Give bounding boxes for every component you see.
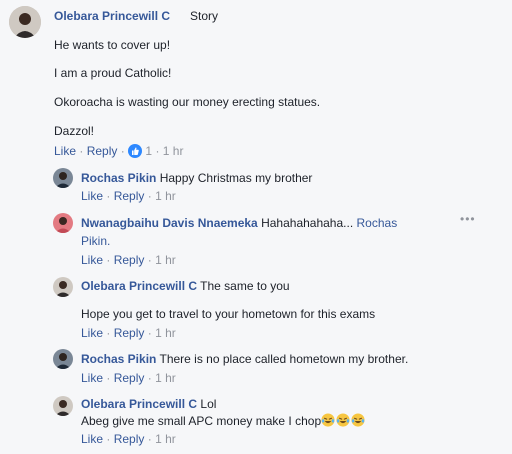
reply-text: Abeg give me small APC money make I chop xyxy=(81,414,322,428)
reply-body: Olebara Princewill C The same to you xyxy=(81,279,290,293)
reply-button[interactable]: Reply xyxy=(114,326,145,340)
reply-body: Abeg give me small APC money make I chop xyxy=(81,413,366,428)
comment-paragraph: He wants to cover up! xyxy=(54,38,171,52)
like-button[interactable]: Like xyxy=(81,189,103,203)
like-button[interactable]: Like xyxy=(81,432,103,446)
reply-actions: Like · Reply · 1 hr xyxy=(81,371,176,385)
reply-actions: Like · Reply · 1 hr xyxy=(81,326,176,340)
reply-text: There is no place called hometown my bro… xyxy=(159,352,409,366)
timestamp[interactable]: 1 hr xyxy=(155,253,176,267)
timestamp[interactable]: 1 hr xyxy=(163,144,184,158)
reply-actions: Like · Reply · 1 hr xyxy=(81,432,176,446)
reply-button[interactable]: Reply xyxy=(114,189,145,203)
reply-text: Hahahahahaha... xyxy=(261,216,354,230)
comment-author[interactable]: Olebara Princewill C xyxy=(54,9,170,23)
comment-paragraph: Okoroacha is wasting our money erecting … xyxy=(54,95,321,109)
reply-author[interactable]: Olebara Princewill C xyxy=(81,397,197,411)
timestamp[interactable]: 1 hr xyxy=(155,326,176,340)
reply-author[interactable]: Nwanagbaihu Davis Nnaemeka xyxy=(81,216,258,230)
reply-actions: Like · Reply · 1 hr xyxy=(81,253,176,267)
avatar[interactable] xyxy=(53,396,73,416)
comment-paragraph: Dazzol! xyxy=(54,124,95,138)
more-horizontal-icon[interactable]: ••• xyxy=(460,212,476,226)
timestamp[interactable]: 1 hr xyxy=(155,189,176,203)
avatar[interactable] xyxy=(53,277,73,297)
reply-text: The same to you xyxy=(200,279,290,293)
avatar[interactable] xyxy=(9,6,41,38)
like-reaction-icon[interactable] xyxy=(128,144,143,158)
reply-button[interactable]: Reply xyxy=(87,144,118,158)
reaction-count[interactable]: 1 xyxy=(145,144,152,158)
reply-author[interactable]: Olebara Princewill C xyxy=(81,279,197,293)
mention-link[interactable]: Rochas xyxy=(357,216,398,230)
avatar[interactable] xyxy=(53,168,73,188)
laughing-tears-emoji-icon xyxy=(321,413,336,428)
mention-link-continued[interactable]: Pikin. xyxy=(81,234,110,248)
reply-body: Olebara Princewill C Lol xyxy=(81,397,216,411)
like-button[interactable]: Like xyxy=(54,144,76,158)
comment-label: Story xyxy=(190,9,219,23)
avatar[interactable] xyxy=(53,213,73,233)
reply-author[interactable]: Rochas Pikin xyxy=(81,171,156,185)
reply-author[interactable]: Rochas Pikin xyxy=(81,352,156,366)
like-button[interactable]: Like xyxy=(81,326,103,340)
reply-text: Happy Christmas my brother xyxy=(159,171,313,185)
reply-text: Lol xyxy=(200,397,217,411)
like-button[interactable]: Like xyxy=(81,253,103,267)
reply-body: Nwanagbaihu Davis Nnaemeka Hahahahahaha.… xyxy=(81,216,397,230)
reply-actions: Like · Reply · 1 hr xyxy=(81,189,176,203)
reply-body: Rochas Pikin Happy Christmas my brother xyxy=(81,171,312,185)
reply-text: Hope you get to travel to your hometown … xyxy=(81,307,376,321)
reply-button[interactable]: Reply xyxy=(114,371,145,385)
laughing-tears-emoji-icon xyxy=(351,413,366,428)
comment-paragraph: I am a proud Catholic! xyxy=(54,66,172,80)
comment-actions: Like · Reply · 1 · 1 hr xyxy=(54,144,184,158)
laughing-tears-emoji-icon xyxy=(336,413,351,428)
avatar[interactable] xyxy=(53,349,73,369)
reply-body: Rochas Pikin There is no place called ho… xyxy=(81,352,408,366)
reply-button[interactable]: Reply xyxy=(114,253,145,267)
mention-link[interactable]: Pikin. xyxy=(81,234,110,248)
timestamp[interactable]: 1 hr xyxy=(155,371,176,385)
like-button[interactable]: Like xyxy=(81,371,103,385)
timestamp[interactable]: 1 hr xyxy=(155,432,176,446)
reply-button[interactable]: Reply xyxy=(114,432,145,446)
